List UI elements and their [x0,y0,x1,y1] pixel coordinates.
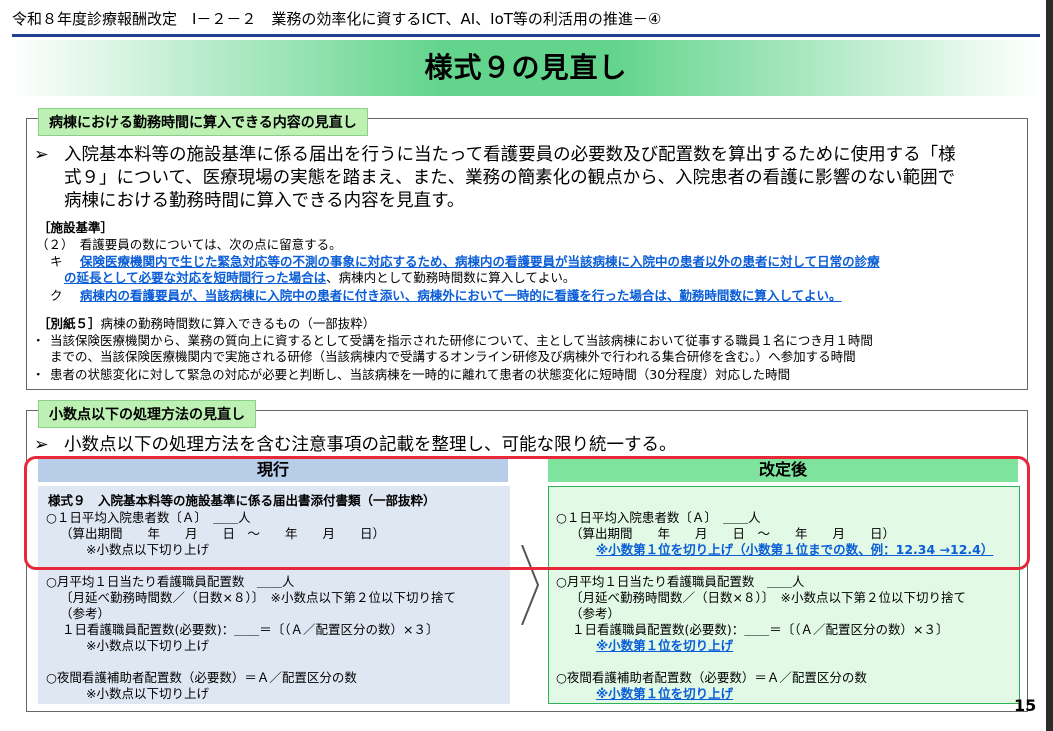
current-line-5: 〔月延べ勤務時間数／（日数×８）〕 ※小数点以下第２位以下切り捨て [60,590,456,605]
ki-line-2-rest: 、病棟内として勤務時間数に算入してよい。 [326,270,576,285]
dot-marker-1: ・ [32,333,45,348]
besshi-row: ［別紙５］病棟の勤務時間数に算入できるもの（一部抜粋） [38,316,375,332]
ku-line: 病棟内の看護要員が、当該病棟に入院中の患者に付き添い、病棟外において一時的に看護… [80,288,842,303]
bullet-arrow-icon-2: ➢ [34,435,49,455]
current-line-6: （参考） [60,606,111,621]
window-edge [1046,0,1053,731]
dot1-line-2: までの、当該保険医療機関内で実施される研修（当該病棟内で受講するオンライン研修及… [50,349,856,364]
intro-line-1: 入院基本料等の施設基準に係る届出を行うに当たって看護要員の必要数及び配置数を算出… [64,145,956,165]
ki-marker: キ [50,254,63,269]
shisetsu-label: ［施設基準］ [38,220,114,235]
ki-line-2-blue: の延長として必要な対応を短時間行った場合は [64,270,327,285]
header-text: 令和８年度診療報酬改定 Ⅰ－２－２ 業務の効率化に資するICT、AI、IoT等の… [12,10,662,28]
slide: 令和８年度診療報酬改定 Ⅰ－２－２ 業務の効率化に資するICT、AI、IoT等の… [0,0,1046,731]
title-banner: 様式９の見直し [12,40,1040,96]
dot2-line: 患者の状態変化に対して緊急の対応が必要と判断し、当該病棟を一時的に離れて患者の状… [50,367,791,382]
revised-line-5: 〔月延べ勤務時間数／（日数×８）〕 ※小数点以下第２位以下切り捨て [570,590,966,605]
section2-intro: 小数点以下の処理方法を含む注意事項の記載を整理し、可能な限り統一する。 [64,435,677,455]
intro-line-3: 病棟における勤務時間に算入できる内容を見直す。 [64,191,465,211]
revised-line-9: ○夜間看護補助者配置数（必要数）＝Ａ／配置区分の数 [556,670,867,685]
ki-line-1: 保険医療機関内で生じた緊急対応等の不測の事象に対応するため、病棟内の看護要員が当… [80,254,880,269]
bullet-arrow-icon: ➢ [34,145,49,165]
revised-line-8: ※小数第１位を切り上げ [596,638,734,653]
ku-marker: ク [50,288,63,303]
page-title: 様式９の見直し [424,51,628,84]
revised-line-4: ○月平均１日当たり看護職員配置数 ＿＿人 [556,574,805,589]
current-line-4: ○月平均１日当たり看護職員配置数 ＿＿人 [46,574,295,589]
besshi-label: ［別紙５］ [38,316,101,331]
current-line-7: １日看護職員配置数(必要数)：＿＿＝〔（Ａ／配置区分の数）×３〕 [62,622,439,637]
header-rule [12,34,1040,37]
current-line-10: ※小数点以下切り上げ [86,686,209,701]
besshi-text: 病棟の勤務時間数に算入できるもの（一部抜粋） [100,316,376,331]
section1-tag: 病棟における勤務時間に算入できる内容の見直し [38,108,368,136]
highlight-frame [24,456,1030,570]
current-line-9: ○夜間看護補助者配置数（必要数）＝Ａ／配置区分の数 [46,670,357,685]
section2-tag: 小数点以下の処理方法の見直し [38,400,256,428]
dot-marker-2: ・ [32,367,45,382]
item-2: （２） 看護要員の数については、次の点に留意する。 [36,237,342,252]
revised-line-6: （参考） [570,606,621,621]
ki-line-2: の延長として必要な対応を短時間行った場合は、病棟内として勤務時間数に算入してよい… [64,270,575,286]
revised-line-7: １日看護職員配置数(必要数)：＿＿＝〔（Ａ／配置区分の数）×３〕 [572,622,949,637]
dot1-line-1: 当該保険医療機関から、業務の質向上に資するとして受講を指示された研修について、主… [50,333,873,348]
intro-line-2: 式９」について、医療現場の実態を踏まえ、また、業務の簡素化の観点から、入院患者の… [64,168,956,188]
page-number: 15 [1014,696,1037,715]
revised-line-10: ※小数第１位を切り上げ [596,686,734,701]
current-line-8: ※小数点以下切り上げ [86,638,209,653]
